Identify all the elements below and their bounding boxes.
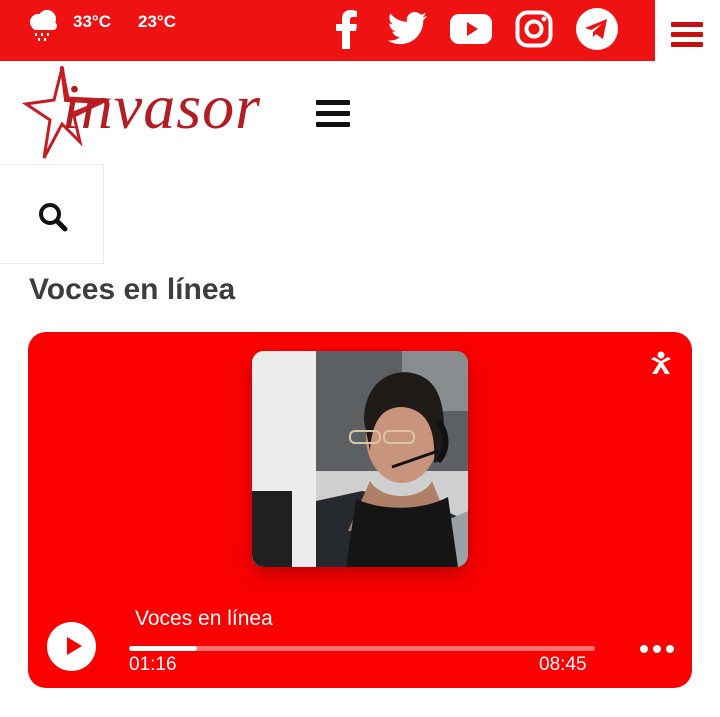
youtube-icon[interactable]	[449, 8, 493, 50]
menu-icon	[671, 22, 703, 52]
duration: 08:45	[539, 654, 587, 675]
search-button[interactable]	[0, 164, 104, 264]
current-time: 01:16	[129, 654, 177, 675]
audio-player: Voces en línea 01:16 08:45	[28, 332, 692, 688]
facebook-icon[interactable]	[324, 8, 368, 50]
play-button[interactable]	[47, 622, 96, 671]
spreaker-logo-icon[interactable]	[648, 350, 674, 376]
track-title: Voces en línea	[135, 607, 273, 630]
twitter-icon[interactable]	[386, 8, 430, 50]
telegram-icon[interactable]	[575, 8, 619, 50]
top-bar: 33°C 23°C	[0, 0, 655, 61]
logo-text: invasor	[62, 71, 261, 142]
more-options-icon[interactable]	[640, 645, 674, 655]
top-menu-button[interactable]	[655, 0, 720, 61]
page-title: Voces en línea	[29, 273, 236, 306]
hamburger-menu-icon[interactable]	[316, 100, 350, 133]
podcast-cover-image	[252, 351, 468, 567]
instagram-icon[interactable]	[512, 8, 556, 50]
search-icon	[39, 203, 68, 232]
temperature-low: 23°C	[138, 12, 176, 31]
progress-bar[interactable]	[129, 646, 595, 651]
cloud-rain-icon	[30, 10, 57, 41]
progress-fill	[129, 646, 197, 651]
site-logo[interactable]: invasor	[22, 64, 277, 162]
temperature-high: 33°C	[73, 12, 111, 31]
